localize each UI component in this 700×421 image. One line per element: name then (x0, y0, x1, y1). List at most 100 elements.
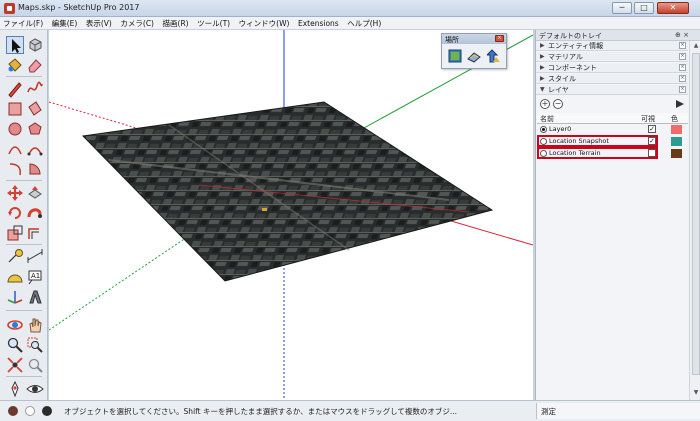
places-close-button[interactable]: × (495, 35, 504, 42)
panel-entity-info[interactable]: ▶ エンティティ情報 × (536, 41, 688, 51)
position-camera-icon[interactable] (6, 380, 24, 398)
panel-label: レイヤ (548, 86, 569, 94)
close-window-button[interactable]: ✕ (657, 2, 689, 14)
tape-measure-icon[interactable] (6, 248, 24, 266)
zoom-window-icon[interactable] (26, 336, 44, 354)
column-color[interactable]: 色 (671, 114, 678, 124)
menu-help[interactable]: ヘルプ(H) (344, 17, 384, 30)
panel-label: スタイル (548, 75, 576, 83)
paint-bucket-icon[interactable] (6, 56, 24, 74)
expand-arrow-icon: ▶ (540, 75, 545, 82)
freehand-icon[interactable] (26, 80, 44, 98)
measurements-box[interactable]: 測定 (536, 403, 700, 419)
title-bar: Maps.skp - SketchUp Pro 2017 ─ □ ✕ (0, 0, 700, 17)
panel-materials[interactable]: ▶ マテリアル × (536, 52, 688, 62)
protractor-icon[interactable] (6, 268, 24, 286)
sketchup-logo-icon (4, 3, 15, 14)
tray-header: デフォルトのトレイ ⊕ × (536, 30, 700, 41)
delete-layer-button[interactable]: − (553, 99, 563, 109)
maximize-button[interactable]: □ (634, 2, 654, 14)
scroll-up-icon[interactable]: ▲ (691, 41, 700, 51)
panel-close-icon[interactable]: × (679, 53, 686, 60)
pan-icon[interactable] (26, 316, 44, 334)
sign-in-icon[interactable] (42, 406, 52, 416)
arc-icon[interactable] (6, 140, 24, 158)
axes-icon[interactable] (6, 288, 24, 306)
photo-textures-icon[interactable] (467, 49, 481, 63)
3d-viewport[interactable] (49, 30, 533, 400)
menu-window[interactable]: ウィンドウ(W) (236, 17, 293, 30)
default-tray: デフォルトのトレイ ⊕ × ▶ エンティティ情報 × ▶ マテリアル × ▶ コ… (535, 30, 700, 400)
polygon-icon[interactable] (26, 120, 44, 138)
credits-icon[interactable] (25, 406, 35, 416)
menu-file[interactable]: ファイル(F) (0, 17, 46, 30)
menu-bar: ファイル(F) 編集(E) 表示(V) カメラ(C) 描画(R) ツール(T) … (0, 17, 700, 30)
column-visible[interactable]: 可視 (641, 114, 655, 124)
eraser-icon[interactable] (26, 56, 44, 74)
geolocation-icon[interactable] (8, 406, 18, 416)
menu-extensions[interactable]: Extensions (295, 17, 342, 30)
menu-draw[interactable]: 描画(R) (160, 17, 192, 30)
rotate-icon[interactable] (6, 204, 24, 222)
panel-styles[interactable]: ▶ スタイル × (536, 74, 688, 84)
panel-layers[interactable]: ▼ レイヤ × (536, 85, 688, 95)
places-toolbar-title: 場所 (445, 36, 459, 44)
layer-color-swatch[interactable] (671, 125, 682, 134)
pie-icon[interactable] (26, 160, 44, 178)
scene (49, 30, 533, 400)
scroll-down-icon[interactable]: ▼ (691, 388, 700, 398)
offset-icon[interactable] (26, 224, 44, 242)
panel-close-icon[interactable]: × (679, 64, 686, 71)
menu-edit[interactable]: 編集(E) (49, 17, 81, 30)
text-icon[interactable]: A1 (26, 268, 44, 286)
add-layer-button[interactable]: + (540, 99, 550, 109)
measurements-label: 測定 (541, 407, 556, 416)
3d-text-icon[interactable] (26, 288, 44, 306)
select-arrow-icon[interactable] (6, 36, 24, 54)
previous-view-icon[interactable] (26, 356, 44, 374)
layer-visible-checkbox[interactable]: ✓ (648, 125, 656, 133)
panel-components[interactable]: ▶ コンポーネント × (536, 63, 688, 73)
zoom-extents-icon[interactable] (6, 356, 24, 374)
two-point-arc-icon[interactable] (26, 140, 44, 158)
circle-icon[interactable] (6, 120, 24, 138)
rotated-rectangle-icon[interactable] (26, 100, 44, 118)
layer-details-icon[interactable] (675, 99, 685, 111)
menu-tools[interactable]: ツール(T) (194, 17, 233, 30)
rectangle-icon[interactable] (6, 100, 24, 118)
expand-arrow-icon: ▶ (540, 42, 545, 49)
follow-me-icon[interactable] (26, 204, 44, 222)
toggle-terrain-icon[interactable] (485, 49, 501, 63)
highlight-box (537, 147, 658, 159)
places-toolbar: 場所 × (441, 33, 507, 69)
orbit-icon[interactable] (6, 316, 24, 334)
layer-color-swatch[interactable] (671, 137, 682, 146)
move-icon[interactable] (6, 184, 24, 202)
scrollbar-thumb[interactable] (692, 53, 700, 375)
menu-camera[interactable]: カメラ(C) (117, 17, 157, 30)
look-around-icon[interactable] (26, 380, 44, 398)
layer-color-swatch[interactable] (671, 149, 682, 158)
layer-name[interactable]: Layer0 (549, 125, 571, 133)
window-title: Maps.skp - SketchUp Pro 2017 (18, 3, 140, 12)
zoom-icon[interactable] (6, 336, 24, 354)
push-pull-icon[interactable] (26, 184, 44, 202)
panel-label: エンティティ情報 (548, 42, 604, 50)
panel-close-icon[interactable]: × (679, 42, 686, 49)
tray-pin-close-icon[interactable]: ⊕ × (675, 31, 689, 39)
menu-view[interactable]: 表示(V) (83, 17, 115, 30)
three-point-arc-icon[interactable] (6, 160, 24, 178)
panel-close-icon[interactable]: × (679, 86, 686, 93)
minimize-button[interactable]: ─ (612, 2, 632, 14)
scale-icon[interactable] (6, 224, 24, 242)
layer-row[interactable]: Layer0 ✓ (537, 124, 688, 135)
tray-scrollbar[interactable]: ▲ ▼ (689, 41, 700, 400)
dimension-icon[interactable] (26, 248, 44, 266)
pencil-line-icon[interactable] (6, 80, 24, 98)
component-icon[interactable] (26, 36, 44, 54)
panel-close-icon[interactable]: × (679, 75, 686, 82)
add-location-icon[interactable] (448, 49, 462, 63)
column-name[interactable]: 名前 (540, 114, 554, 124)
active-layer-radio[interactable] (540, 126, 547, 133)
places-toolbar-header[interactable]: 場所 × (442, 34, 506, 44)
